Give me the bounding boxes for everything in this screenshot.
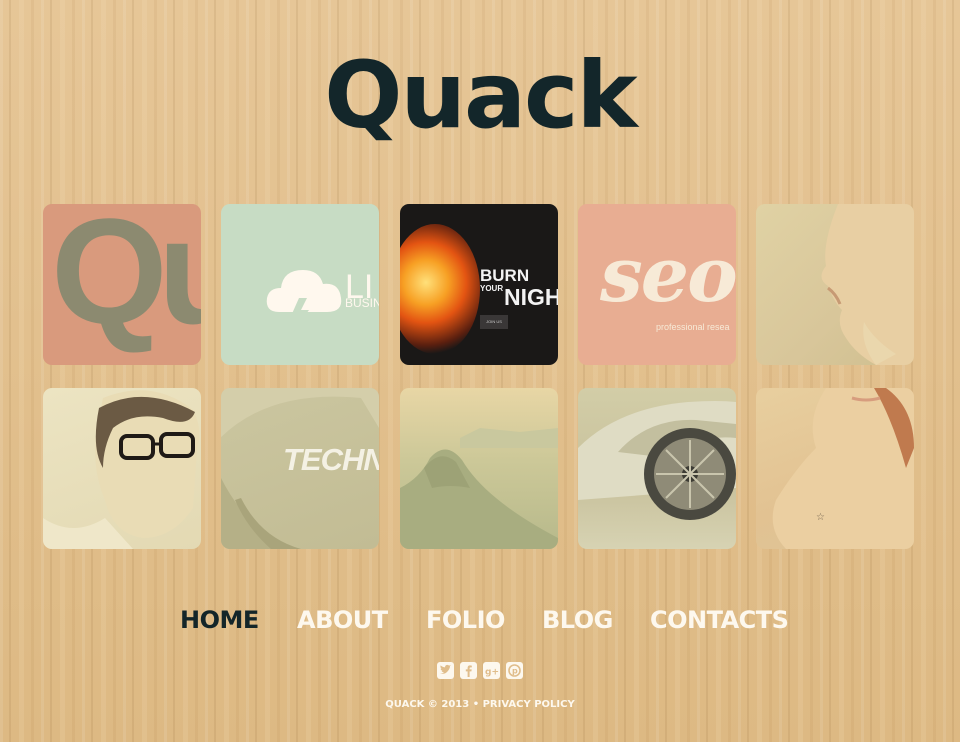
tile-burn-line1: BURN xyxy=(480,266,530,285)
portfolio-tile-qu[interactable]: Qu xyxy=(43,204,201,365)
tile-seo-title: seo xyxy=(600,230,736,319)
nav-about[interactable]: ABOUT xyxy=(297,606,388,634)
privacy-policy-link[interactable]: PRIVACY POLICY xyxy=(483,699,575,710)
tile-techno-title: TECHNO xyxy=(283,442,379,477)
tile-burn-line2: YOUR xyxy=(480,284,504,293)
facebook-icon[interactable] xyxy=(460,662,477,679)
nav-home[interactable]: HOME xyxy=(180,606,259,634)
portfolio-grid: Qu LI BUSIN BURN YOUR NIGHT JOIN US seo … xyxy=(43,204,915,550)
main-nav: HOME ABOUT FOLIO BLOG CONTACTS xyxy=(0,606,960,638)
twitter-icon[interactable] xyxy=(437,662,454,679)
portfolio-tile-shoulder[interactable]: ☆ xyxy=(756,388,914,549)
svg-text:g+: g+ xyxy=(485,668,499,678)
face-profile-image xyxy=(821,204,914,365)
man-portrait-image xyxy=(43,390,200,549)
tile-qu-text: Qu xyxy=(51,204,201,355)
portfolio-tile-man-glasses[interactable] xyxy=(43,388,201,549)
svg-text:p: p xyxy=(512,667,518,676)
footer-copyright: QUACK © 2013 • xyxy=(385,699,480,710)
portfolio-tile-face[interactable] xyxy=(756,204,914,365)
mountain-landscape-image xyxy=(400,428,558,549)
portfolio-tile-burn-night[interactable]: BURN YOUR NIGHT JOIN US xyxy=(400,204,558,365)
car-wheel-image xyxy=(578,401,736,520)
nav-folio[interactable]: FOLIO xyxy=(426,606,505,634)
portfolio-tile-landscape[interactable] xyxy=(400,388,558,549)
portfolio-tile-cloud[interactable]: LI BUSIN xyxy=(221,204,379,365)
tile-burn-button: JOIN US xyxy=(480,315,508,329)
google-plus-icon[interactable]: g+ xyxy=(483,662,500,679)
footer: QUACK © 2013 • PRIVACY POLICY xyxy=(0,699,960,710)
tile-cloud-subtitle: BUSIN xyxy=(345,296,379,310)
tile-burn-line3: NIGHT xyxy=(504,284,558,310)
svg-text:☆: ☆ xyxy=(816,512,825,523)
nav-contacts[interactable]: CONTACTS xyxy=(650,606,789,634)
tile-seo-subtitle: professional resea xyxy=(656,322,730,332)
social-links: g+ p xyxy=(437,662,527,680)
nav-blog[interactable]: BLOG xyxy=(542,606,613,634)
portfolio-tile-seo[interactable]: seo professional resea xyxy=(578,204,736,365)
portfolio-tile-techno[interactable]: TECHNO xyxy=(221,388,379,549)
shoulder-portrait-image: ☆ xyxy=(772,388,914,549)
fire-image xyxy=(400,224,480,354)
site-logo[interactable]: Quack xyxy=(0,50,960,142)
portfolio-tile-car[interactable] xyxy=(578,388,736,549)
pinterest-icon[interactable]: p xyxy=(506,662,523,679)
